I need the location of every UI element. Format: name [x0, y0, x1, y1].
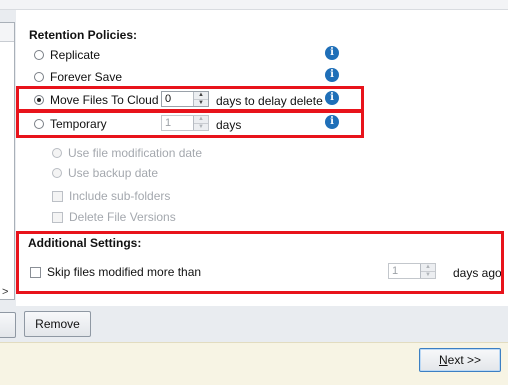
left-list-panel[interactable]: >: [0, 22, 15, 300]
radio-use-backup-date[interactable]: Use backup date: [52, 164, 158, 182]
highlight-box-move-files: [16, 86, 364, 112]
radio-replicate-label: Replicate: [50, 48, 101, 62]
next-button-mnemonic: N: [438, 353, 448, 367]
checkbox-box[interactable]: [52, 190, 63, 202]
highlight-box-temporary: [16, 110, 364, 138]
use-backup-date-label: Use backup date: [68, 166, 159, 180]
radio-circle[interactable]: [34, 50, 44, 60]
radio-forever-save-label: Forever Save: [50, 70, 123, 84]
radio-circle[interactable]: [52, 168, 62, 178]
checkbox-box[interactable]: [52, 211, 63, 223]
checkbox-include-sub-folders[interactable]: Include sub-folders: [52, 187, 170, 205]
highlight-box-additional-settings: [16, 231, 504, 294]
radio-forever-save[interactable]: Forever Save: [34, 68, 122, 86]
info-icon[interactable]: i: [325, 46, 339, 60]
checkbox-delete-file-versions[interactable]: Delete File Versions: [52, 208, 176, 226]
radio-circle[interactable]: [52, 148, 62, 158]
next-button-label: ext >>: [447, 353, 482, 367]
add-button-partial[interactable]: [0, 312, 16, 338]
radio-replicate[interactable]: Replicate: [34, 46, 100, 64]
left-list-header: [0, 23, 14, 42]
radio-circle[interactable]: [34, 72, 44, 82]
info-icon[interactable]: i: [325, 68, 339, 82]
retention-policies-title: Retention Policies:: [29, 28, 138, 42]
radio-use-file-modification-date[interactable]: Use file modification date: [52, 144, 202, 162]
delete-file-versions-label: Delete File Versions: [69, 210, 176, 224]
scroll-right-chevron-icon[interactable]: >: [2, 287, 8, 298]
top-strip: [0, 0, 508, 10]
remove-button[interactable]: Remove: [24, 311, 91, 337]
include-sub-folders-label: Include sub-folders: [69, 189, 171, 203]
use-file-modification-date-label: Use file modification date: [68, 146, 203, 160]
next-button[interactable]: Next >>: [419, 348, 501, 372]
